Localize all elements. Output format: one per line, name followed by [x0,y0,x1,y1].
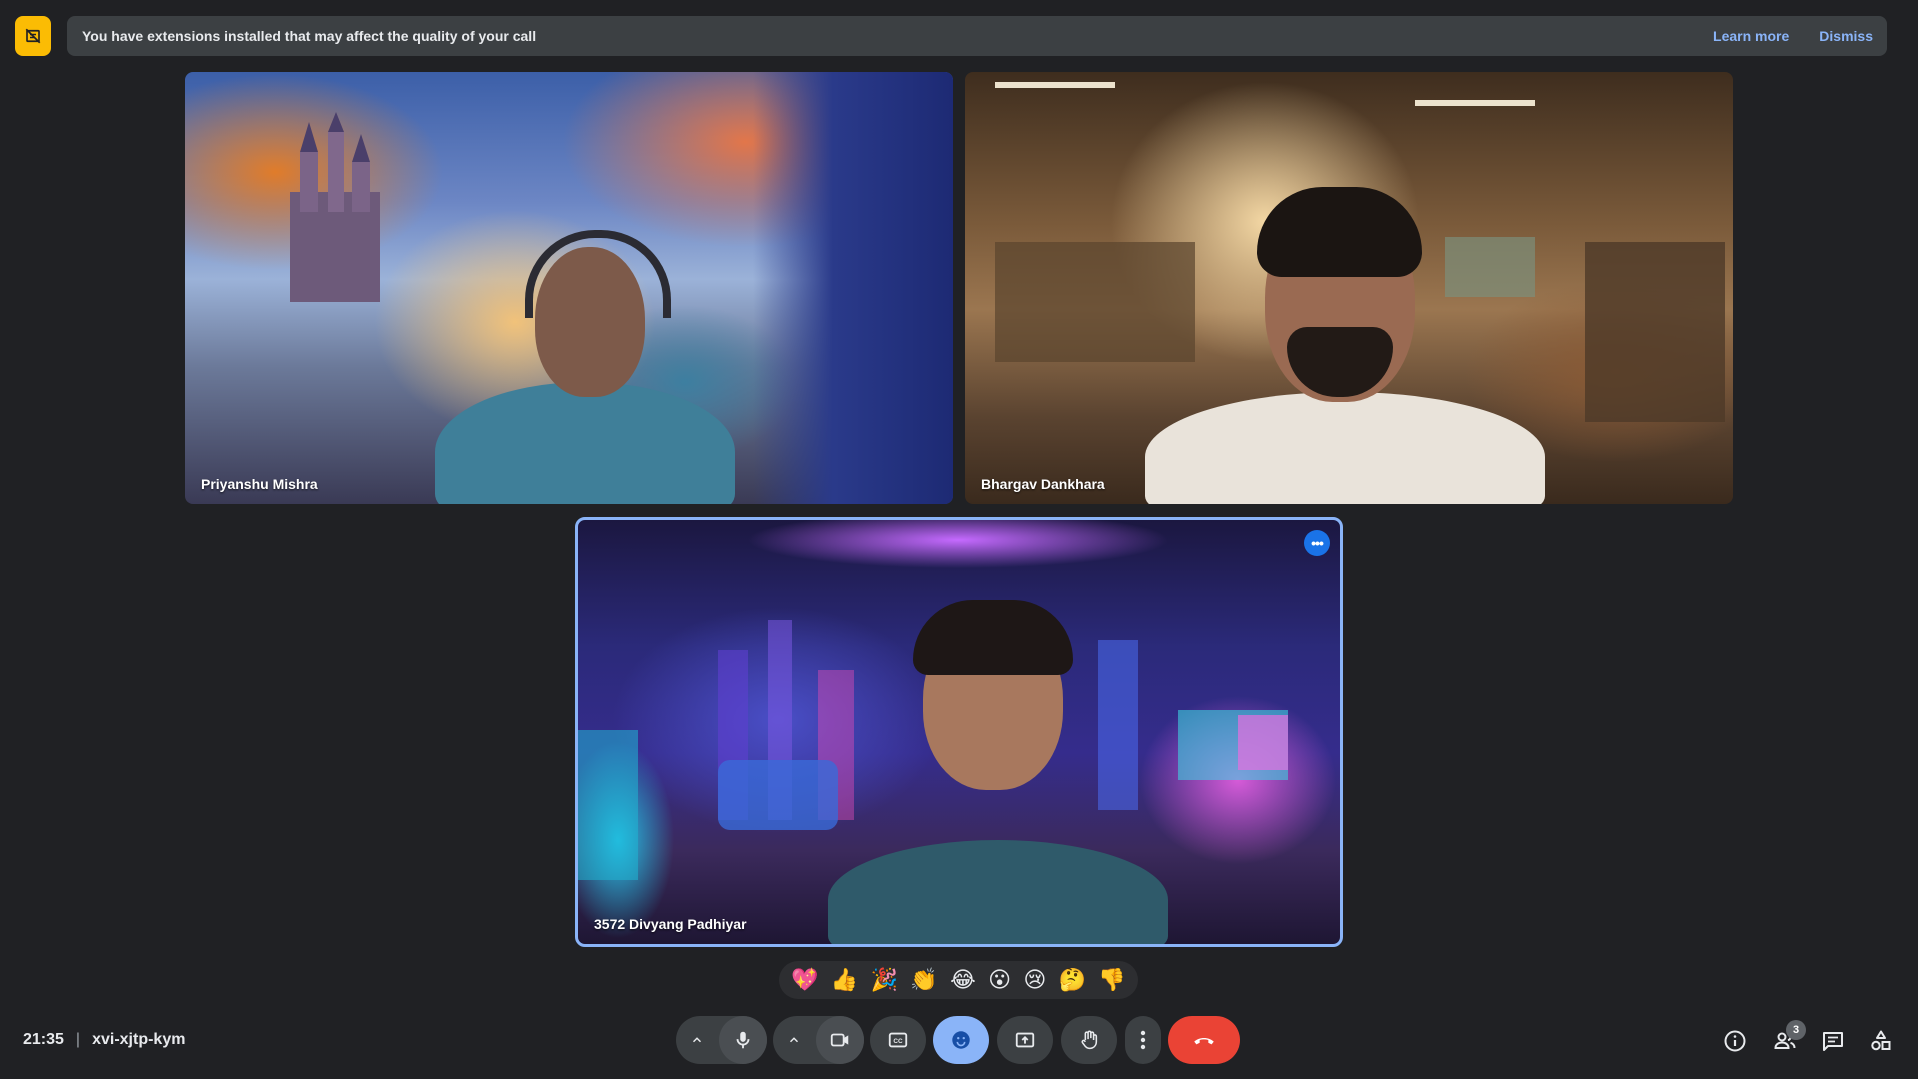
info-icon [1724,1030,1746,1052]
camera-button[interactable] [816,1016,864,1064]
more-options-button[interactable] [1125,1016,1161,1064]
reaction-party-popper[interactable]: 🎉 [871,969,898,991]
dismiss-button[interactable]: Dismiss [1819,28,1873,44]
svg-text:CC: CC [893,1038,903,1045]
background-arch [753,72,953,504]
chat-icon [1823,1032,1843,1051]
call-controls: CC [676,1016,1240,1064]
video-tile-priyanshu[interactable]: Priyanshu Mishra [185,72,953,504]
reaction-clapping-hands[interactable]: 👏 [910,969,937,991]
extensions-banner: You have extensions installed that may a… [67,16,1887,56]
participant-name: Bhargav Dankhara [981,476,1105,492]
meeting-details-button[interactable] [1722,1028,1748,1054]
activities-shapes-icon [1871,1030,1891,1051]
reaction-sparkling-heart[interactable]: 💖 [791,969,818,991]
activities-button[interactable] [1868,1028,1894,1054]
people-button[interactable]: 3 [1772,1020,1806,1054]
castle-illustration [290,112,380,302]
camera-control [773,1016,864,1064]
reaction-tears-of-joy[interactable]: 😂 [950,969,976,991]
present-to-all-icon [1015,1032,1035,1048]
reaction-thumbs-down[interactable]: 👎 [1098,969,1125,991]
participant-name: Priyanshu Mishra [201,476,318,492]
reactions-bar: 💖 👍 🎉 👏 😂 😮 😢 🤔 👎 [779,961,1138,999]
microphone-button[interactable] [719,1016,767,1064]
microphone-icon [736,1031,750,1049]
reaction-thumbs-up[interactable]: 👍 [831,969,858,991]
chevron-up-icon [789,1037,799,1043]
raise-hand-button[interactable] [1061,1016,1117,1064]
participant-name: 3572 Divyang Padhiyar [594,916,747,932]
reaction-crying[interactable]: 😢 [1023,969,1046,991]
headphones [525,230,671,318]
participant-hair [1257,187,1422,277]
participant-video [435,382,735,504]
captions-button[interactable]: CC [870,1016,926,1064]
meeting-info: 21:35 | xvi-xjtp-kym [23,1030,185,1050]
reaction-thinking[interactable]: 🤔 [1059,969,1086,991]
tile-options-button[interactable]: ••• [1304,530,1330,556]
banner-message: You have extensions installed that may a… [82,28,537,44]
reactions-button[interactable] [933,1016,989,1064]
video-options-button[interactable] [773,1016,815,1064]
video-tile-bhargav[interactable]: Bhargav Dankhara [965,72,1733,504]
microphone-control [676,1016,767,1064]
meeting-info-divider: | [75,1031,81,1048]
chevron-up-icon [692,1037,702,1043]
leave-call-button[interactable] [1168,1016,1240,1064]
more-vert-icon [1140,1030,1146,1050]
meeting-time: 21:35 [23,1031,64,1048]
meeting-code: xvi-xjtp-kym [92,1031,186,1048]
participant-hair [913,600,1073,675]
hand-icon [1081,1030,1098,1050]
chat-button[interactable] [1820,1028,1846,1054]
closed-captions-icon: CC [888,1032,908,1048]
emoji-icon [952,1031,970,1049]
learn-more-link[interactable]: Learn more [1713,28,1789,44]
video-tile-divyang[interactable]: ••• 3572 Divyang Padhiyar [575,517,1343,947]
reaction-surprised[interactable]: 😮 [988,969,1011,991]
people-count-badge: 3 [1786,1020,1806,1040]
side-panel-controls: 3 [1708,1016,1918,1064]
extension-warning-icon[interactable] [15,16,51,56]
audio-options-button[interactable] [676,1016,718,1064]
call-end-icon [1194,1037,1214,1045]
videocam-icon [830,1033,849,1047]
present-screen-button[interactable] [997,1016,1053,1064]
